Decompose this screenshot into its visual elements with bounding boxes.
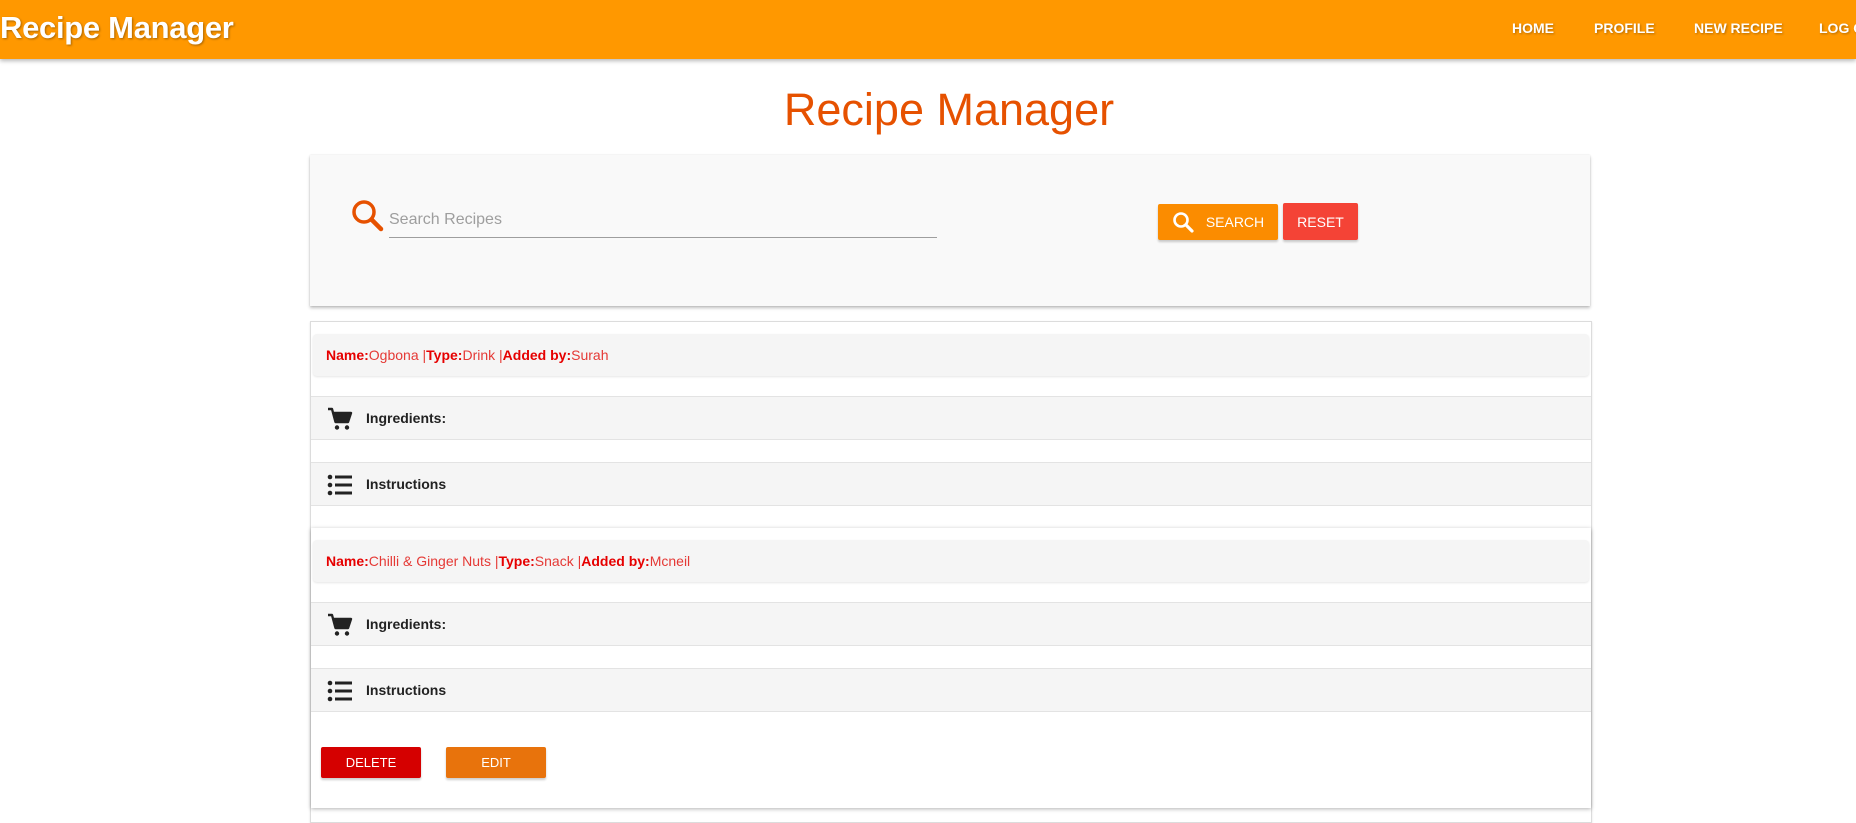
separator: | xyxy=(495,347,503,363)
ingredients-label: Ingredients: xyxy=(366,616,447,632)
instructions-row[interactable]: Instructions xyxy=(311,668,1591,712)
recipe-header[interactable]: Name:Ogbona |Type:Drink |Added by:Surah xyxy=(313,334,1589,376)
search-input[interactable] xyxy=(389,203,937,238)
recipe-name: Chilli & Ginger Nuts xyxy=(368,553,491,569)
delete-button[interactable]: DELETE xyxy=(321,747,421,778)
instructions-row[interactable]: Instructions xyxy=(311,462,1591,506)
type-label: Type: xyxy=(426,347,463,363)
ingredients-label: Ingredients: xyxy=(366,410,447,426)
search-button[interactable]: SEARCH xyxy=(1158,204,1278,240)
nav-profile-link[interactable]: PROFILE xyxy=(1594,0,1655,56)
recipe-type: Snack xyxy=(534,553,574,569)
recipe-type: Drink xyxy=(462,347,496,363)
recipe-author: Surah xyxy=(571,347,609,363)
recipe-name: Ogbona xyxy=(368,347,419,363)
added-by-label: Added by: xyxy=(581,553,650,569)
ingredients-row[interactable]: Ingredients: xyxy=(311,396,1591,440)
page-title: Recipe Manager xyxy=(783,84,1115,135)
nav-home-link[interactable]: HOME xyxy=(1512,0,1554,56)
cart-icon xyxy=(328,407,353,430)
instructions-label: Instructions xyxy=(366,682,447,698)
recipe-header[interactable]: Name:Chilli & Ginger Nuts |Type:Snack |A… xyxy=(313,540,1589,582)
reset-button[interactable]: RESET xyxy=(1283,203,1358,240)
list-icon xyxy=(327,680,352,702)
name-label: Name: xyxy=(326,347,369,363)
name-label: Name: xyxy=(326,553,369,569)
cart-icon xyxy=(328,613,353,636)
ingredients-row[interactable]: Ingredients: xyxy=(311,602,1591,646)
top-navbar: Recipe Manager HOME PROFILE NEW RECIPE L… xyxy=(0,0,1856,59)
brand-logo[interactable]: Recipe Manager xyxy=(0,0,234,56)
added-by-label: Added by: xyxy=(502,347,572,363)
recipe-card: Name:Chilli & Ginger Nuts |Type:Snack |A… xyxy=(311,528,1591,808)
search-button-icon xyxy=(1173,212,1194,233)
edit-button[interactable]: EDIT xyxy=(446,747,546,778)
type-label: Type: xyxy=(498,553,535,569)
instructions-label: Instructions xyxy=(366,476,447,492)
recipe-list: Name:Ogbona |Type:Drink |Added by:Surah … xyxy=(310,321,1592,823)
nav-logout-link[interactable]: LOG OUT xyxy=(1819,0,1856,56)
nav-new-recipe-link[interactable]: NEW RECIPE xyxy=(1694,0,1783,56)
search-icon xyxy=(352,200,384,232)
search-card: SEARCH RESET xyxy=(310,155,1590,306)
recipe-author: Mcneil xyxy=(649,553,691,569)
list-icon xyxy=(327,474,352,496)
search-button-label: SEARCH xyxy=(1205,214,1265,230)
recipe-card: Name:Ogbona |Type:Drink |Added by:Surah … xyxy=(311,322,1591,527)
